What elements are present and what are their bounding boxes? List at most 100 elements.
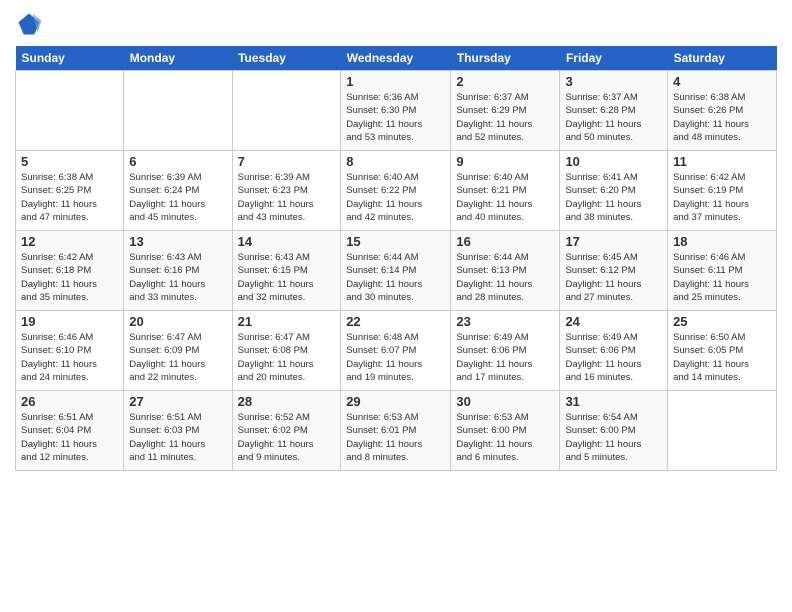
day-number: 21	[238, 314, 336, 329]
day-number: 8	[346, 154, 445, 169]
calendar-cell: 1 Sunrise: 6:36 AM Sunset: 6:30 PM Daylig…	[341, 71, 451, 151]
day-info: Sunrise: 6:46 AM Sunset: 6:10 PM Dayligh…	[21, 331, 118, 384]
weekday-header-saturday: Saturday	[668, 46, 777, 71]
weekday-header-wednesday: Wednesday	[341, 46, 451, 71]
calendar-cell: 6 Sunrise: 6:39 AM Sunset: 6:24 PM Daylig…	[124, 151, 232, 231]
calendar-cell: 8Sunrise: 6:40 AM Sunset: 6:22 PM Daylig…	[341, 151, 451, 231]
calendar-week-5: 26 Sunrise: 6:51 AM Sunset: 6:04 PM Dayli…	[16, 391, 777, 471]
day-info: Sunrise: 6:39 AM Sunset: 6:24 PM Dayligh…	[129, 171, 226, 224]
calendar-cell: 14 Sunrise: 6:43 AM Sunset: 6:15 PM Dayli…	[232, 231, 341, 311]
calendar-cell	[16, 71, 124, 151]
calendar-cell: 20 Sunrise: 6:47 AM Sunset: 6:09 PM Dayli…	[124, 311, 232, 391]
weekday-header-sunday: Sunday	[16, 46, 124, 71]
weekday-header-thursday: Thursday	[451, 46, 560, 71]
day-number: 30	[456, 394, 554, 409]
day-info: Sunrise: 6:51 AM Sunset: 6:04 PM Dayligh…	[21, 411, 118, 464]
logo-icon	[15, 10, 43, 38]
calendar-cell: 22Sunrise: 6:48 AM Sunset: 6:07 PM Dayli…	[341, 311, 451, 391]
calendar-cell: 12 Sunrise: 6:42 AM Sunset: 6:18 PM Dayli…	[16, 231, 124, 311]
day-number: 11	[673, 154, 771, 169]
day-number: 19	[21, 314, 118, 329]
day-number: 26	[21, 394, 118, 409]
day-number: 29	[346, 394, 445, 409]
day-number: 24	[565, 314, 662, 329]
calendar-cell: 13 Sunrise: 6:43 AM Sunset: 6:16 PM Dayli…	[124, 231, 232, 311]
calendar-cell: 10Sunrise: 6:41 AM Sunset: 6:20 PM Dayli…	[560, 151, 668, 231]
day-info: Sunrise: 6:37 AM Sunset: 6:29 PM Dayligh…	[456, 91, 554, 144]
day-info: Sunrise: 6:37 AM Sunset: 6:28 PM Dayligh…	[565, 91, 662, 144]
calendar-cell: 21 Sunrise: 6:47 AM Sunset: 6:08 PM Dayli…	[232, 311, 341, 391]
calendar-cell: 3 Sunrise: 6:37 AM Sunset: 6:28 PM Daylig…	[560, 71, 668, 151]
day-number: 5	[21, 154, 118, 169]
day-info: Sunrise: 6:54 AM Sunset: 6:00 PM Dayligh…	[565, 411, 662, 464]
calendar-week-4: 19 Sunrise: 6:46 AM Sunset: 6:10 PM Dayli…	[16, 311, 777, 391]
day-number: 16	[456, 234, 554, 249]
calendar-cell: 17 Sunrise: 6:45 AM Sunset: 6:12 PM Dayli…	[560, 231, 668, 311]
day-number: 7	[238, 154, 336, 169]
day-info: Sunrise: 6:38 AM Sunset: 6:26 PM Dayligh…	[673, 91, 771, 144]
day-info: Sunrise: 6:47 AM Sunset: 6:09 PM Dayligh…	[129, 331, 226, 384]
header	[15, 10, 777, 38]
calendar-cell: 2Sunrise: 6:37 AM Sunset: 6:29 PM Daylig…	[451, 71, 560, 151]
day-info: Sunrise: 6:43 AM Sunset: 6:15 PM Dayligh…	[238, 251, 336, 304]
calendar-cell: 27 Sunrise: 6:51 AM Sunset: 6:03 PM Dayli…	[124, 391, 232, 471]
day-info: Sunrise: 6:51 AM Sunset: 6:03 PM Dayligh…	[129, 411, 226, 464]
calendar-cell	[232, 71, 341, 151]
day-number: 17	[565, 234, 662, 249]
day-info: Sunrise: 6:39 AM Sunset: 6:23 PM Dayligh…	[238, 171, 336, 224]
calendar-cell: 30 Sunrise: 6:53 AM Sunset: 6:00 PM Dayli…	[451, 391, 560, 471]
day-number: 28	[238, 394, 336, 409]
day-info: Sunrise: 6:47 AM Sunset: 6:08 PM Dayligh…	[238, 331, 336, 384]
calendar-cell: 16Sunrise: 6:44 AM Sunset: 6:13 PM Dayli…	[451, 231, 560, 311]
logo	[15, 10, 47, 38]
calendar-cell	[668, 391, 777, 471]
day-number: 20	[129, 314, 226, 329]
day-info: Sunrise: 6:36 AM Sunset: 6:30 PM Dayligh…	[346, 91, 445, 144]
calendar-cell: 24 Sunrise: 6:49 AM Sunset: 6:06 PM Dayli…	[560, 311, 668, 391]
day-number: 9	[456, 154, 554, 169]
day-info: Sunrise: 6:40 AM Sunset: 6:21 PM Dayligh…	[456, 171, 554, 224]
day-number: 3	[565, 74, 662, 89]
day-info: Sunrise: 6:41 AM Sunset: 6:20 PM Dayligh…	[565, 171, 662, 224]
day-info: Sunrise: 6:50 AM Sunset: 6:05 PM Dayligh…	[673, 331, 771, 384]
day-number: 4	[673, 74, 771, 89]
day-info: Sunrise: 6:45 AM Sunset: 6:12 PM Dayligh…	[565, 251, 662, 304]
weekday-header-tuesday: Tuesday	[232, 46, 341, 71]
day-number: 1	[346, 74, 445, 89]
calendar-cell: 7 Sunrise: 6:39 AM Sunset: 6:23 PM Daylig…	[232, 151, 341, 231]
calendar-cell: 5 Sunrise: 6:38 AM Sunset: 6:25 PM Daylig…	[16, 151, 124, 231]
calendar-cell: 11 Sunrise: 6:42 AM Sunset: 6:19 PM Dayli…	[668, 151, 777, 231]
day-number: 15	[346, 234, 445, 249]
day-info: Sunrise: 6:43 AM Sunset: 6:16 PM Dayligh…	[129, 251, 226, 304]
day-number: 13	[129, 234, 226, 249]
day-info: Sunrise: 6:44 AM Sunset: 6:14 PM Dayligh…	[346, 251, 445, 304]
calendar-table: SundayMondayTuesdayWednesdayThursdayFrid…	[15, 46, 777, 471]
day-info: Sunrise: 6:53 AM Sunset: 6:00 PM Dayligh…	[456, 411, 554, 464]
weekday-header-friday: Friday	[560, 46, 668, 71]
calendar-cell: 26 Sunrise: 6:51 AM Sunset: 6:04 PM Dayli…	[16, 391, 124, 471]
calendar-cell: 19 Sunrise: 6:46 AM Sunset: 6:10 PM Dayli…	[16, 311, 124, 391]
calendar-cell	[124, 71, 232, 151]
weekday-header-row: SundayMondayTuesdayWednesdayThursdayFrid…	[16, 46, 777, 71]
day-info: Sunrise: 6:38 AM Sunset: 6:25 PM Dayligh…	[21, 171, 118, 224]
day-number: 25	[673, 314, 771, 329]
day-number: 18	[673, 234, 771, 249]
day-info: Sunrise: 6:42 AM Sunset: 6:19 PM Dayligh…	[673, 171, 771, 224]
calendar-cell: 15 Sunrise: 6:44 AM Sunset: 6:14 PM Dayli…	[341, 231, 451, 311]
day-number: 6	[129, 154, 226, 169]
day-info: Sunrise: 6:49 AM Sunset: 6:06 PM Dayligh…	[565, 331, 662, 384]
day-number: 14	[238, 234, 336, 249]
day-number: 27	[129, 394, 226, 409]
day-info: Sunrise: 6:53 AM Sunset: 6:01 PM Dayligh…	[346, 411, 445, 464]
calendar-cell: 4 Sunrise: 6:38 AM Sunset: 6:26 PM Daylig…	[668, 71, 777, 151]
calendar-cell: 31Sunrise: 6:54 AM Sunset: 6:00 PM Dayli…	[560, 391, 668, 471]
day-number: 12	[21, 234, 118, 249]
day-info: Sunrise: 6:46 AM Sunset: 6:11 PM Dayligh…	[673, 251, 771, 304]
day-info: Sunrise: 6:49 AM Sunset: 6:06 PM Dayligh…	[456, 331, 554, 384]
calendar-cell: 18 Sunrise: 6:46 AM Sunset: 6:11 PM Dayli…	[668, 231, 777, 311]
calendar-week-2: 5 Sunrise: 6:38 AM Sunset: 6:25 PM Daylig…	[16, 151, 777, 231]
day-info: Sunrise: 6:42 AM Sunset: 6:18 PM Dayligh…	[21, 251, 118, 304]
calendar-cell: 25 Sunrise: 6:50 AM Sunset: 6:05 PM Dayli…	[668, 311, 777, 391]
day-number: 22	[346, 314, 445, 329]
calendar-page: SundayMondayTuesdayWednesdayThursdayFrid…	[0, 0, 792, 612]
